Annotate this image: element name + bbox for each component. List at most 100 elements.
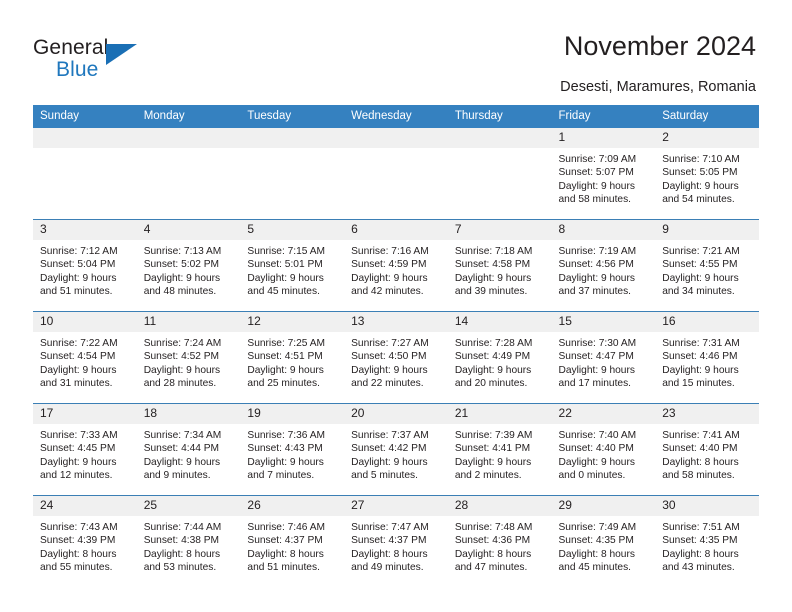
day-number: 13 <box>344 312 448 332</box>
day-cell[interactable]: 14 Sunrise: 7:28 AM Sunset: 4:49 PM Dayl… <box>447 311 552 404</box>
day-cell[interactable]: 7 Sunrise: 7:18 AM Sunset: 4:58 PM Dayli… <box>447 219 552 312</box>
day-cell[interactable]: 19 Sunrise: 7:36 AM Sunset: 4:43 PM Dayl… <box>240 403 345 496</box>
day-cell[interactable]: 17 Sunrise: 7:33 AM Sunset: 4:45 PM Dayl… <box>33 403 137 496</box>
day-number: 27 <box>344 496 448 516</box>
sunrise-text: Sunrise: 7:25 AM <box>247 338 325 349</box>
day-number: 18 <box>136 404 241 424</box>
day-cell[interactable]: 9 Sunrise: 7:21 AM Sunset: 4:55 PM Dayli… <box>655 219 759 312</box>
day-cell[interactable]: 10 Sunrise: 7:22 AM Sunset: 4:54 PM Dayl… <box>33 311 137 404</box>
day-number: 9 <box>655 220 759 240</box>
day-cell[interactable] <box>240 128 345 220</box>
daylight-text-line2: and 37 minutes. <box>558 285 632 297</box>
general-blue-logo[interactable]: General Blue <box>33 36 163 84</box>
sunrise-text: Sunrise: 7:18 AM <box>454 246 533 257</box>
day-cell[interactable]: 6 Sunrise: 7:16 AM Sunset: 4:59 PM Dayli… <box>344 219 448 312</box>
sunrise-text: Sunrise: 7:48 AM <box>454 522 533 533</box>
day-details: Sunrise: 7:31 AM Sunset: 4:46 PM Dayligh… <box>655 332 759 390</box>
day-cell[interactable]: 22 Sunrise: 7:40 AM Sunset: 4:40 PM Dayl… <box>551 403 656 496</box>
day-cell[interactable]: 3 Sunrise: 7:12 AM Sunset: 5:04 PM Dayli… <box>33 219 137 312</box>
day-details <box>344 148 448 153</box>
day-cell[interactable] <box>447 128 552 220</box>
daylight-text-line1: Daylight: 9 hours <box>40 456 117 468</box>
day-cell[interactable]: 15 Sunrise: 7:30 AM Sunset: 4:47 PM Dayl… <box>551 311 656 404</box>
sunrise-text: Sunrise: 7:36 AM <box>247 430 325 441</box>
day-cell[interactable]: 23 Sunrise: 7:41 AM Sunset: 4:40 PM Dayl… <box>655 403 759 496</box>
day-details: Sunrise: 7:41 AM Sunset: 4:40 PM Dayligh… <box>655 424 759 482</box>
day-number: 3 <box>33 220 137 240</box>
daylight-text-line1: Daylight: 9 hours <box>143 456 221 468</box>
day-cell[interactable]: 30 Sunrise: 7:51 AM Sunset: 4:35 PM Dayl… <box>655 495 759 587</box>
day-details: Sunrise: 7:19 AM Sunset: 4:56 PM Dayligh… <box>552 240 656 298</box>
day-cell[interactable]: 4 Sunrise: 7:13 AM Sunset: 5:02 PM Dayli… <box>136 219 241 312</box>
day-cell[interactable]: 12 Sunrise: 7:25 AM Sunset: 4:51 PM Dayl… <box>240 311 345 404</box>
page-title: November 2024 <box>563 31 756 61</box>
daylight-text-line1: Daylight: 9 hours <box>40 272 117 284</box>
daylight-text-line1: Daylight: 9 hours <box>247 364 324 376</box>
day-cell[interactable]: 16 Sunrise: 7:31 AM Sunset: 4:46 PM Dayl… <box>655 311 759 404</box>
sunrise-text: Sunrise: 7:31 AM <box>662 338 740 349</box>
sunrise-text: Sunrise: 7:12 AM <box>40 246 118 257</box>
day-cell[interactable]: 20 Sunrise: 7:37 AM Sunset: 4:42 PM Dayl… <box>344 403 448 496</box>
daylight-text-line2: and 2 minutes. <box>454 469 522 481</box>
day-number: 7 <box>447 220 552 240</box>
sunset-text: Sunset: 4:52 PM <box>143 351 220 363</box>
sunset-text: Sunset: 4:51 PM <box>247 351 323 363</box>
day-number: 25 <box>136 496 241 516</box>
day-details: Sunrise: 7:46 AM Sunset: 4:37 PM Dayligh… <box>240 516 344 574</box>
sunrise-text: Sunrise: 7:28 AM <box>454 338 533 349</box>
sunrise-text: Sunrise: 7:40 AM <box>558 430 637 441</box>
day-cell[interactable]: 18 Sunrise: 7:34 AM Sunset: 4:44 PM Dayl… <box>136 403 241 496</box>
sunset-text: Sunset: 4:36 PM <box>454 535 531 547</box>
day-number: 10 <box>33 312 137 332</box>
calendar-week-row: 24 Sunrise: 7:43 AM Sunset: 4:39 PM Dayl… <box>33 495 759 587</box>
sunrise-text: Sunrise: 7:16 AM <box>351 246 429 257</box>
day-cell[interactable] <box>136 128 241 220</box>
sunrise-text: Sunrise: 7:49 AM <box>558 522 637 533</box>
day-details: Sunrise: 7:49 AM Sunset: 4:35 PM Dayligh… <box>552 516 656 574</box>
day-cell[interactable]: 28 Sunrise: 7:48 AM Sunset: 4:36 PM Dayl… <box>447 495 552 587</box>
daylight-text-line2: and 58 minutes. <box>662 469 735 481</box>
day-details: Sunrise: 7:16 AM Sunset: 4:59 PM Dayligh… <box>344 240 448 298</box>
day-cell[interactable]: 25 Sunrise: 7:44 AM Sunset: 4:38 PM Dayl… <box>136 495 241 587</box>
daylight-text-line2: and 31 minutes. <box>40 377 113 389</box>
day-cell[interactable] <box>344 128 448 220</box>
day-cell[interactable]: 1 Sunrise: 7:09 AM Sunset: 5:07 PM Dayli… <box>551 128 656 220</box>
sunset-text: Sunset: 4:46 PM <box>662 351 738 363</box>
day-number: 20 <box>344 404 448 424</box>
day-details: Sunrise: 7:48 AM Sunset: 4:36 PM Dayligh… <box>448 516 552 574</box>
day-details: Sunrise: 7:21 AM Sunset: 4:55 PM Dayligh… <box>655 240 759 298</box>
sunset-text: Sunset: 4:44 PM <box>143 443 220 455</box>
daylight-text-line1: Daylight: 9 hours <box>247 456 324 468</box>
day-details: Sunrise: 7:09 AM Sunset: 5:07 PM Dayligh… <box>552 148 656 206</box>
daylight-text-line2: and 49 minutes. <box>351 561 424 573</box>
daylight-text-line2: and 51 minutes. <box>40 285 113 297</box>
day-cell[interactable]: 11 Sunrise: 7:24 AM Sunset: 4:52 PM Dayl… <box>136 311 241 404</box>
sunrise-text: Sunrise: 7:24 AM <box>143 338 222 349</box>
day-number: 19 <box>240 404 345 424</box>
day-cell[interactable]: 27 Sunrise: 7:47 AM Sunset: 4:37 PM Dayl… <box>344 495 448 587</box>
daylight-text-line1: Daylight: 9 hours <box>351 364 428 376</box>
day-cell[interactable]: 8 Sunrise: 7:19 AM Sunset: 4:56 PM Dayli… <box>551 219 656 312</box>
day-cell[interactable] <box>33 128 137 220</box>
daylight-text-line1: Daylight: 8 hours <box>662 548 739 560</box>
day-cell[interactable]: 26 Sunrise: 7:46 AM Sunset: 4:37 PM Dayl… <box>240 495 345 587</box>
day-cell[interactable]: 5 Sunrise: 7:15 AM Sunset: 5:01 PM Dayli… <box>240 219 345 312</box>
sunrise-text: Sunrise: 7:39 AM <box>454 430 533 441</box>
day-details: Sunrise: 7:39 AM Sunset: 4:41 PM Dayligh… <box>448 424 552 482</box>
sunset-text: Sunset: 4:56 PM <box>558 259 634 271</box>
sunrise-text: Sunrise: 7:10 AM <box>662 154 740 165</box>
day-cell[interactable]: 29 Sunrise: 7:49 AM Sunset: 4:35 PM Dayl… <box>551 495 656 587</box>
day-cell[interactable]: 21 Sunrise: 7:39 AM Sunset: 4:41 PM Dayl… <box>447 403 552 496</box>
day-details: Sunrise: 7:13 AM Sunset: 5:02 PM Dayligh… <box>137 240 241 298</box>
day-cell[interactable]: 13 Sunrise: 7:27 AM Sunset: 4:50 PM Dayl… <box>344 311 448 404</box>
sunset-text: Sunset: 5:04 PM <box>40 259 116 271</box>
day-cell[interactable]: 24 Sunrise: 7:43 AM Sunset: 4:39 PM Dayl… <box>33 495 137 587</box>
day-cell[interactable]: 2 Sunrise: 7:10 AM Sunset: 5:05 PM Dayli… <box>655 128 759 220</box>
daylight-text-line2: and 55 minutes. <box>40 561 113 573</box>
day-number: 12 <box>240 312 345 332</box>
sunset-text: Sunset: 4:35 PM <box>662 535 738 547</box>
daylight-text-line1: Daylight: 9 hours <box>351 272 428 284</box>
triangle-flag-icon <box>106 44 137 65</box>
daylight-text-line1: Daylight: 9 hours <box>247 272 324 284</box>
daylight-text-line1: Daylight: 8 hours <box>454 548 532 560</box>
